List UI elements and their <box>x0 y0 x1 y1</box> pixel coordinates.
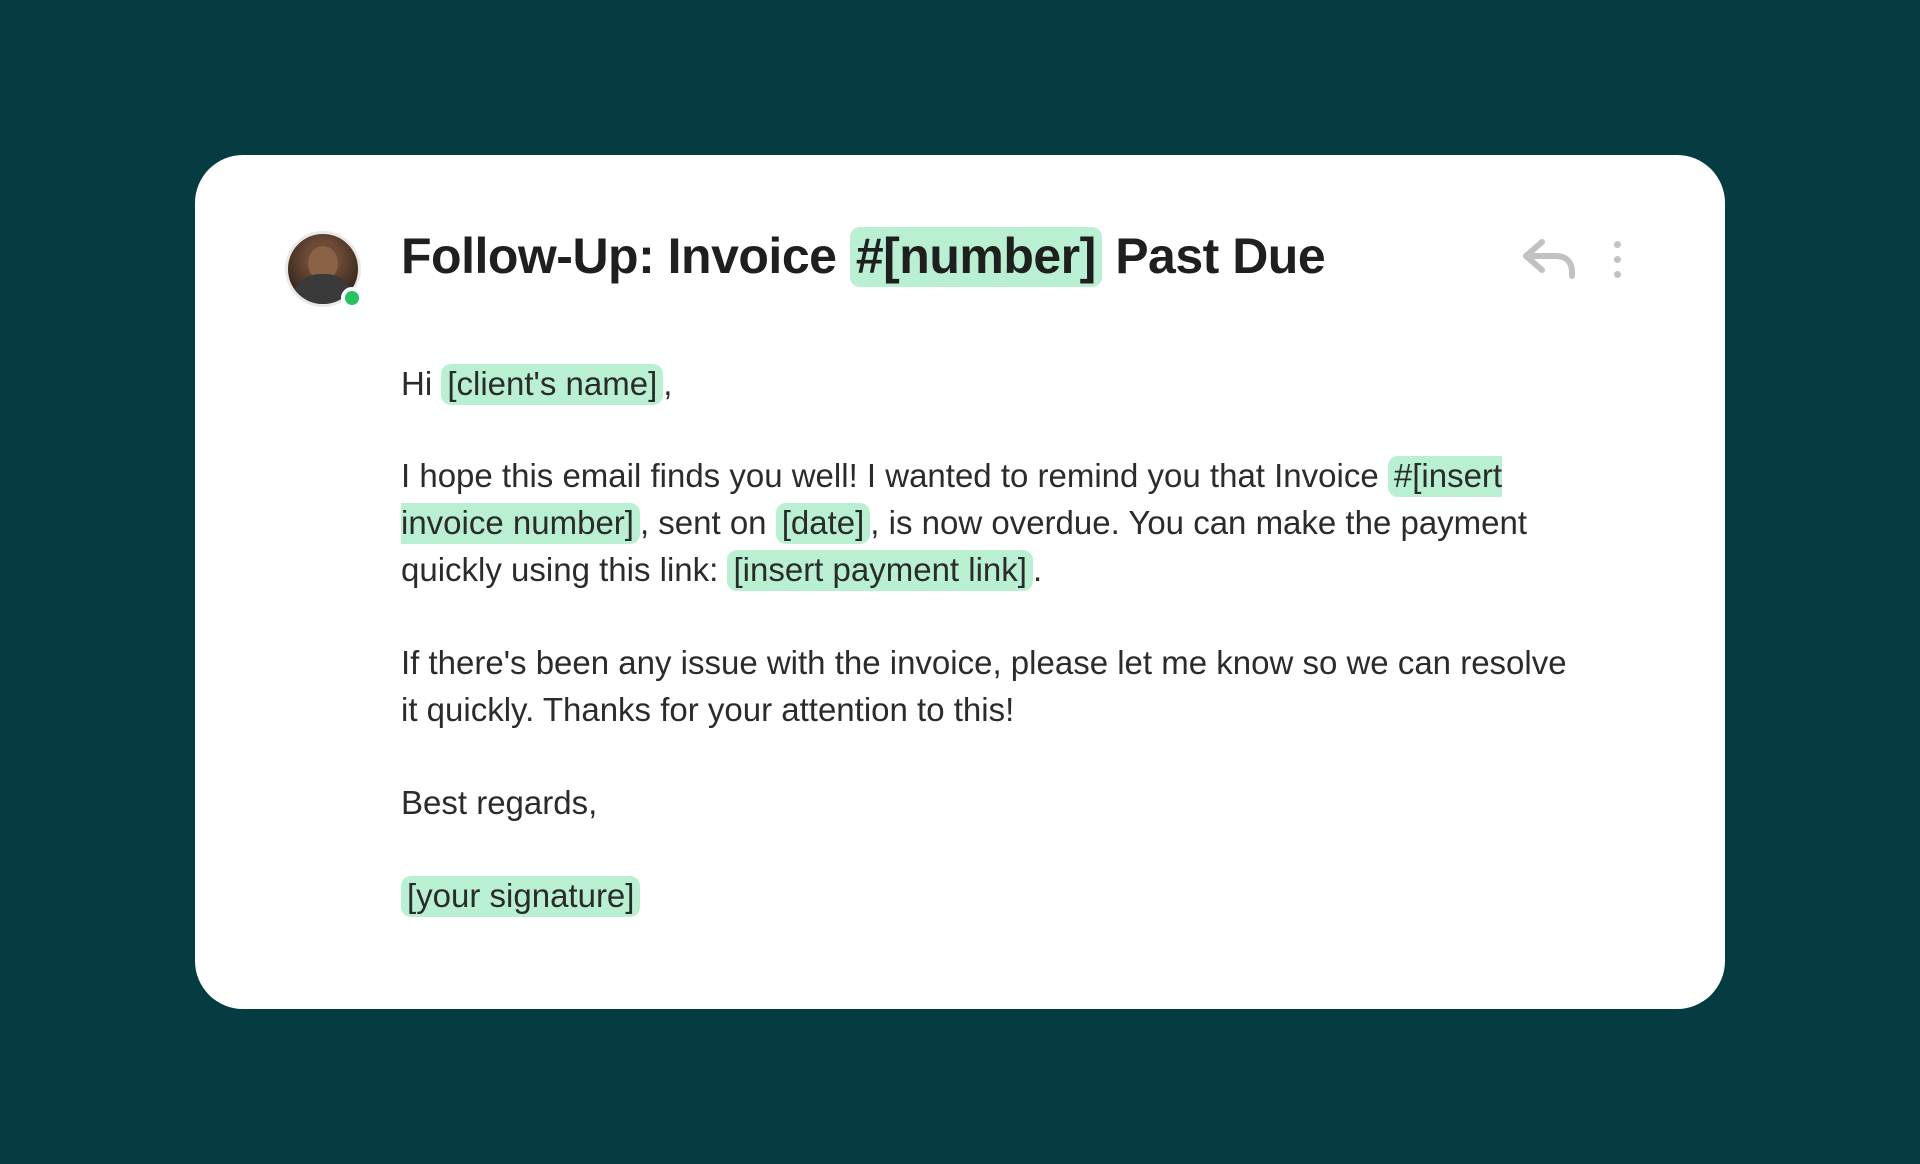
p1-placeholder-link: [insert payment link] <box>727 550 1032 591</box>
email-header: Follow-Up: Invoice #[number] Past Due <box>285 225 1635 307</box>
p1-t1: I hope this email finds you well! I want… <box>401 457 1388 494</box>
signature-placeholder: [your signature] <box>401 876 640 917</box>
email-subject: Follow-Up: Invoice #[number] Past Due <box>401 225 1482 288</box>
email-actions <box>1522 237 1625 282</box>
greeting-post: , <box>663 365 672 402</box>
subject-text-post: Past Due <box>1102 228 1325 284</box>
subject-text-pre: Follow-Up: Invoice <box>401 228 850 284</box>
body-paragraph-2: If there's been any issue with the invoi… <box>401 640 1581 734</box>
reply-icon[interactable] <box>1522 238 1576 280</box>
greeting-pre: Hi <box>401 365 441 402</box>
signoff-line: Best regards, <box>401 780 1581 827</box>
p1-t2: , sent on <box>640 504 776 541</box>
greeting-placeholder: [client's name] <box>441 364 663 405</box>
avatar-wrap <box>285 231 361 307</box>
body-paragraph-1: I hope this email finds you well! I want… <box>401 453 1581 594</box>
signature-line: [your signature] <box>401 873 1581 920</box>
p1-t4: . <box>1033 551 1042 588</box>
status-online-dot <box>341 287 363 309</box>
email-body: Hi [client's name], I hope this email fi… <box>401 361 1581 920</box>
email-card: Follow-Up: Invoice #[number] Past Due Hi… <box>195 155 1725 1010</box>
subject-placeholder: #[number] <box>850 227 1102 287</box>
p1-placeholder-date: [date] <box>776 503 871 544</box>
greeting-line: Hi [client's name], <box>401 361 1581 408</box>
more-options-icon[interactable] <box>1610 237 1625 282</box>
